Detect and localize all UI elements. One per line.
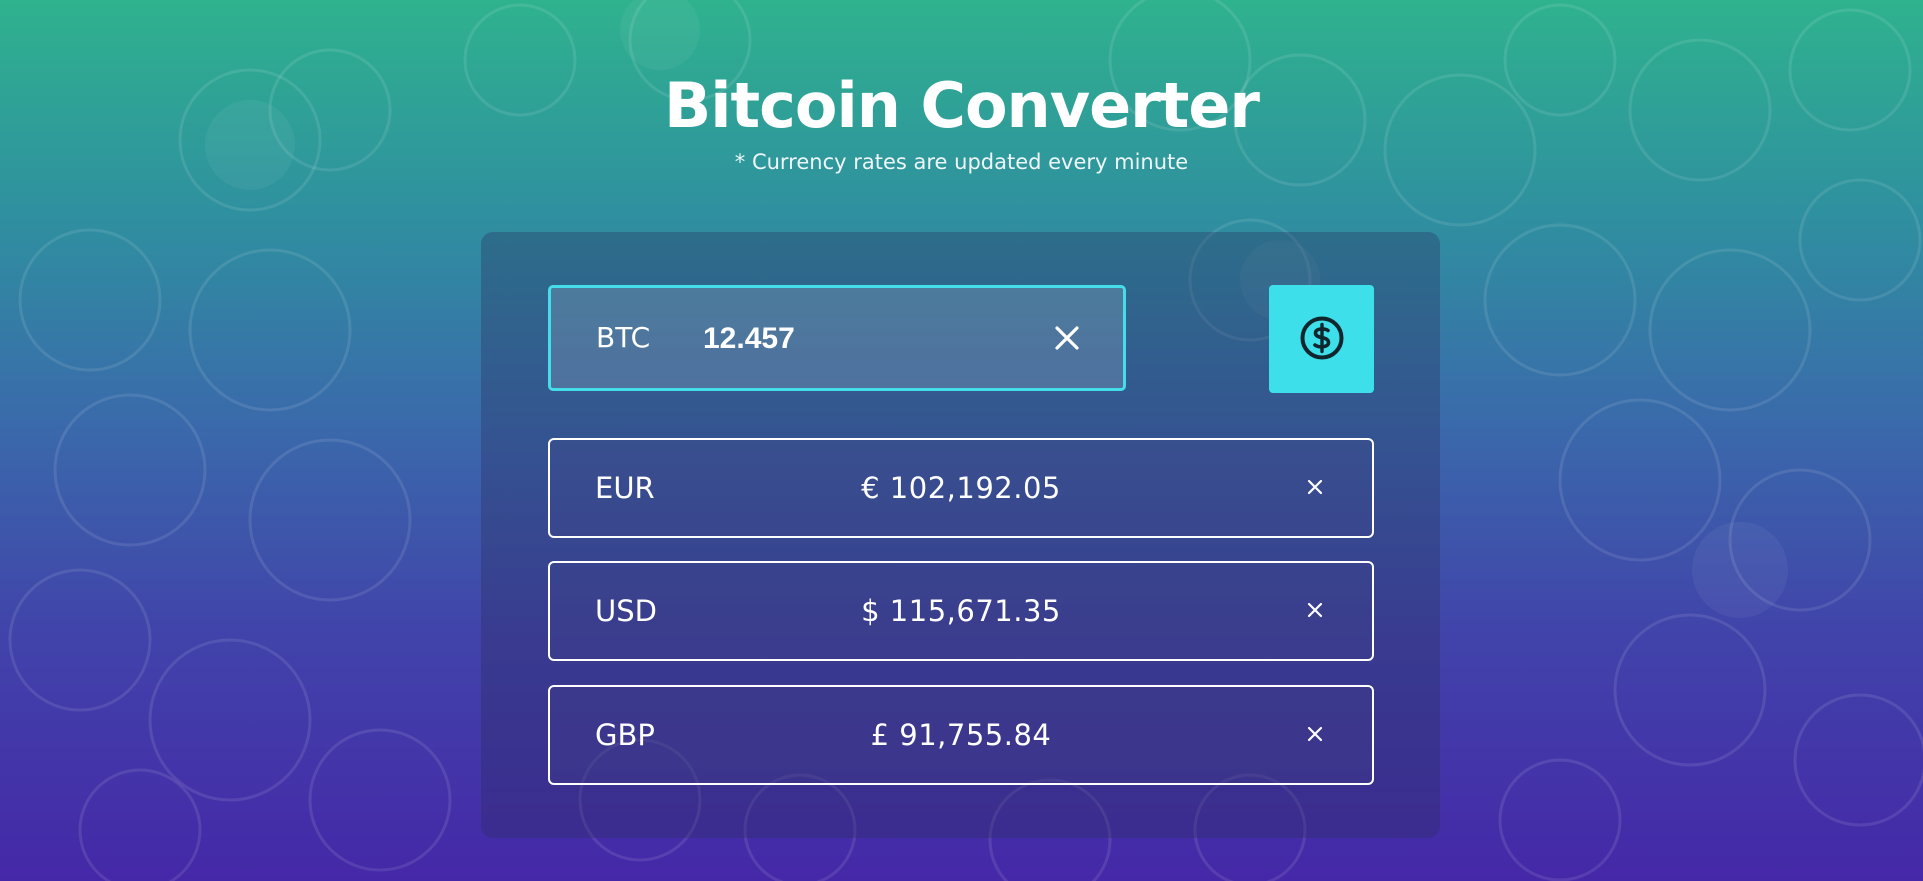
btc-amount-input[interactable] [703, 316, 1033, 362]
result-row-usd: USD $ 115,671.35 [548, 561, 1374, 661]
convert-button[interactable] [1269, 285, 1374, 393]
converted-value: £ 91,755.84 [870, 718, 1052, 752]
page-title: Bitcoin Converter [663, 69, 1260, 142]
result-row-gbp: GBP £ 91,755.84 [548, 685, 1374, 785]
header: Bitcoin Converter * Currency rates are u… [0, 66, 1923, 176]
dollar-circle-icon [1299, 315, 1345, 364]
source-currency-label: BTC [596, 321, 651, 354]
btc-amount-field[interactable]: BTC [548, 285, 1126, 391]
converted-value: $ 115,671.35 [861, 594, 1061, 628]
close-icon[interactable] [1306, 601, 1324, 619]
close-icon[interactable] [1306, 478, 1324, 496]
close-icon[interactable] [1306, 725, 1324, 743]
close-icon[interactable] [1053, 324, 1081, 352]
page-subtitle: * Currency rates are updated every minut… [734, 150, 1189, 174]
result-row-eur: EUR € 102,192.05 [548, 438, 1374, 538]
converted-value: € 102,192.05 [861, 471, 1061, 505]
